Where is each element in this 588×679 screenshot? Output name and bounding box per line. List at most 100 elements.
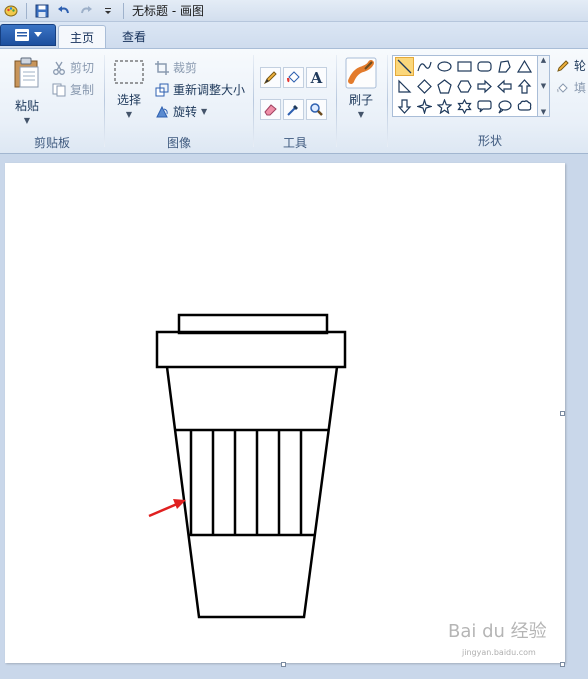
shapes-scrollbar[interactable]: ▲ ▼ ▼ — [538, 55, 550, 117]
separator — [26, 2, 27, 19]
clipboard-group: 粘贴 ▼ 剪切 复制 剪贴板 — [0, 51, 104, 153]
crop-button[interactable]: 裁剪 — [155, 59, 197, 76]
oval-callout-shape-icon[interactable] — [495, 97, 514, 116]
left-arrow-shape-icon[interactable] — [495, 77, 514, 96]
crop-icon — [155, 60, 169, 75]
quick-access-toolbar — [0, 0, 128, 22]
fill-label: 填 — [574, 81, 587, 95]
right-triangle-shape-icon[interactable] — [395, 77, 414, 96]
baidu-watermark-url: jingyan.baidu.com — [462, 648, 536, 657]
chevron-down-icon: ▼ — [125, 110, 133, 119]
paint-app-icon[interactable] — [2, 2, 20, 20]
cut-label: 剪切 — [70, 61, 95, 75]
outline-label: 轮 — [574, 59, 587, 73]
chevron-down-icon: ▼ — [357, 110, 365, 119]
up-arrow-shape-icon[interactable] — [515, 77, 534, 96]
curve-shape-icon[interactable] — [415, 57, 434, 76]
paste-label: 粘贴 — [14, 99, 39, 113]
oval-shape-icon[interactable] — [435, 57, 454, 76]
select-label: 选择 — [116, 93, 141, 107]
cup-lid-rim — [155, 330, 347, 369]
copy-icon — [52, 83, 66, 96]
chevron-down-icon — [33, 32, 42, 37]
coffee-cup-drawing — [148, 313, 347, 619]
tab-home[interactable]: 主页 — [58, 25, 107, 48]
scissors-icon — [53, 61, 65, 75]
text-icon[interactable]: A — [306, 67, 327, 88]
scroll-up-icon[interactable]: ▲ — [541, 56, 546, 64]
baidu-watermark: Bai du 经验 — [448, 621, 547, 642]
cup-lid-top — [177, 313, 329, 335]
rotate-button[interactable]: 旋转 ▼ — [155, 103, 207, 120]
rectangle-shape-icon[interactable] — [455, 57, 474, 76]
ribbon: 粘贴 ▼ 剪切 复制 剪贴板 选择 ▼ 裁剪 重新调整大小 旋转 ▼ 图像 A … — [0, 48, 588, 154]
color-picker-icon[interactable] — [283, 99, 304, 120]
canvas-resize-handle-right[interactable] — [560, 411, 565, 416]
pentagon-shape-icon[interactable] — [435, 77, 454, 96]
canvas-resize-handle-bottom[interactable] — [281, 662, 286, 667]
separator — [123, 2, 124, 19]
paste-icon — [14, 57, 39, 88]
resize-icon — [155, 83, 169, 96]
triangle-shape-icon[interactable] — [515, 57, 534, 76]
menu-icon — [14, 29, 29, 41]
shapes-gallery — [392, 55, 538, 117]
save-icon[interactable] — [33, 2, 51, 20]
undo-icon[interactable] — [55, 2, 73, 20]
rotate-label: 旋转 — [173, 105, 198, 119]
ribbon-tab-row: 主页 查看 — [0, 22, 588, 48]
brushes-button[interactable]: 刷子 ▼ — [343, 57, 379, 119]
eraser-icon[interactable] — [260, 99, 281, 120]
polygon-shape-icon[interactable] — [495, 57, 514, 76]
fill-icon[interactable] — [283, 67, 304, 88]
resize-button[interactable]: 重新调整大小 — [155, 81, 245, 98]
image-group: 选择 ▼ 裁剪 重新调整大小 旋转 ▼ 图像 — [105, 51, 253, 153]
crop-label: 裁剪 — [173, 61, 198, 75]
title-bar: 无标题 - 画图 — [0, 0, 588, 22]
five-point-star-shape-icon[interactable] — [435, 97, 454, 116]
copy-button[interactable]: 复制 — [52, 81, 94, 98]
copy-label: 复制 — [70, 83, 95, 97]
diamond-shape-icon[interactable] — [415, 77, 434, 96]
down-arrow-shape-icon[interactable] — [395, 97, 414, 116]
image-group-label: 图像 — [166, 136, 191, 150]
outline-pencil-icon — [557, 59, 569, 72]
tab-view[interactable]: 查看 — [111, 25, 157, 48]
cloud-callout-shape-icon[interactable] — [515, 97, 534, 116]
magnifier-icon[interactable] — [306, 99, 327, 120]
four-point-star-shape-icon[interactable] — [415, 97, 434, 116]
resize-label: 重新调整大小 — [173, 83, 246, 97]
expand-gallery-icon[interactable]: ▼ — [541, 108, 546, 116]
tools-group-label: 工具 — [282, 136, 307, 150]
shapes-group-label: 形状 — [477, 134, 502, 148]
paint-menu-button[interactable] — [0, 24, 56, 46]
rounded-rectangle-shape-icon[interactable] — [475, 57, 494, 76]
cup-body — [165, 366, 339, 619]
fill-button[interactable]: 填 — [556, 79, 586, 96]
canvas-workspace — [0, 155, 588, 679]
redo-icon[interactable] — [77, 2, 95, 20]
pencil-icon[interactable] — [260, 67, 281, 88]
chevron-down-icon: ▼ — [201, 107, 208, 116]
canvas-resize-handle-corner[interactable] — [560, 662, 565, 667]
clipboard-group-label: 剪贴板 — [33, 136, 70, 150]
hexagon-shape-icon[interactable] — [455, 77, 474, 96]
red-arrow-annotation — [148, 499, 186, 518]
window-title: 无标题 - 画图 — [132, 4, 204, 18]
brush-icon — [345, 57, 377, 89]
drawing-canvas[interactable] — [5, 163, 565, 663]
rounded-callout-shape-icon[interactable] — [475, 97, 494, 116]
customize-toolbar-chevron-down-icon[interactable] — [99, 2, 117, 20]
six-point-star-shape-icon[interactable] — [455, 97, 474, 116]
select-button[interactable]: 选择 ▼ — [111, 59, 147, 119]
selection-rectangle-icon — [114, 60, 144, 84]
cut-button[interactable]: 剪切 — [52, 59, 94, 76]
fill-bucket-icon — [557, 82, 568, 93]
outline-button[interactable]: 轮 — [556, 57, 586, 74]
paste-button[interactable]: 粘贴 ▼ — [8, 57, 46, 125]
scroll-down-icon[interactable]: ▼ — [541, 82, 546, 90]
group-separator — [387, 55, 388, 147]
right-arrow-shape-icon[interactable] — [475, 77, 494, 96]
line-shape-icon[interactable] — [395, 57, 414, 76]
rotate-icon — [156, 105, 168, 117]
